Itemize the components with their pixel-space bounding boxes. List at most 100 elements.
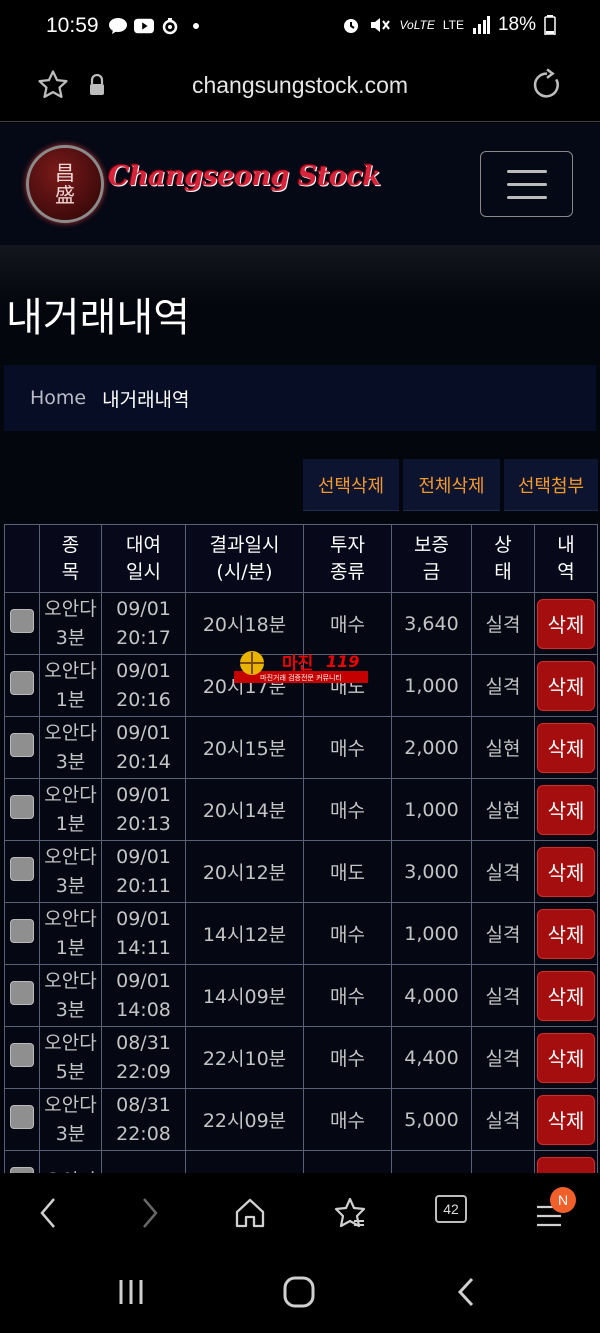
table-row: 오안다08/31 삭제 <box>4 1150 598 1173</box>
row-checkbox-cell[interactable] <box>4 1150 40 1173</box>
cell-loan-time: 08/31 22:09 <box>101 1026 186 1089</box>
row-checkbox-cell[interactable] <box>4 840 40 903</box>
cell-deposit <box>391 1150 472 1173</box>
row-checkbox[interactable] <box>10 919 34 943</box>
row-checkbox[interactable] <box>10 981 34 1005</box>
reload-icon[interactable] <box>530 68 564 106</box>
cell-result-time: 22시10분 <box>185 1026 304 1089</box>
forward-icon[interactable] <box>136 1195 164 1235</box>
cell-deposit: 1,000 <box>391 654 472 717</box>
row-delete-button[interactable]: 삭제 <box>537 1032 595 1083</box>
cell-invest-type: 매수 <box>303 1026 392 1089</box>
row-checkbox[interactable] <box>10 733 34 757</box>
breadcrumb-home-link[interactable]: Home <box>30 387 86 409</box>
row-checkbox-cell[interactable] <box>4 716 40 779</box>
cell-loan-time: 08/31 <box>101 1150 186 1173</box>
row-delete-button[interactable]: 삭제 <box>537 1094 595 1145</box>
table-row: 오안다 1분 09/01 14:11 14시12분 매수 1,000 실격 삭제 <box>4 902 598 965</box>
cell-name: 오안다 3분 <box>39 592 102 655</box>
cell-name: 오안다 1분 <box>39 902 102 965</box>
row-checkbox[interactable] <box>10 1105 34 1129</box>
cell-invest-type: 매수 <box>303 964 392 1027</box>
cell-detail: 삭제 <box>534 964 598 1027</box>
back-icon[interactable] <box>34 1195 62 1235</box>
cell-invest-type: 매수 <box>303 778 392 841</box>
cell-loan-time: 09/01 14:11 <box>101 902 186 965</box>
cell-loan-time: 09/01 20:11 <box>101 840 186 903</box>
cell-name: 오안다 1분 <box>39 778 102 841</box>
row-delete-button[interactable]: 삭제 <box>537 846 595 897</box>
row-checkbox-cell[interactable] <box>4 1026 40 1089</box>
row-delete-button[interactable]: 삭제 <box>537 722 595 773</box>
row-checkbox-cell[interactable] <box>4 592 40 655</box>
cell-status: 실격 <box>471 592 535 655</box>
row-checkbox-cell[interactable] <box>4 778 40 841</box>
bookmarks-icon[interactable] <box>332 1195 368 1235</box>
hamburger-menu-button[interactable] <box>480 151 573 217</box>
row-checkbox-cell[interactable] <box>4 1088 40 1151</box>
row-delete-button[interactable]: 삭제 <box>537 784 595 835</box>
table-row: 오안다 3분 09/01 14:08 14시09분 매수 4,000 실격 삭제 <box>4 964 598 1027</box>
table-row: 오안다 3분 09/01 20:14 20시15분 매수 2,000 실현 삭제 <box>4 716 598 779</box>
signal-icon <box>472 16 490 34</box>
row-delete-button[interactable]: 삭제 <box>537 660 595 711</box>
row-checkbox[interactable] <box>10 795 34 819</box>
row-delete-button[interactable]: 삭제 <box>537 970 595 1021</box>
cell-deposit: 4,400 <box>391 1026 472 1089</box>
cell-result-time: 20시12분 <box>185 840 304 903</box>
back-nav-icon[interactable] <box>454 1275 478 1313</box>
logo-glyph-bottom: 盛 <box>55 183 75 207</box>
alarm-icon <box>344 19 359 33</box>
cell-result-time: 20시15분 <box>185 716 304 779</box>
cell-name: 오안다 1분 <box>39 654 102 717</box>
home-icon[interactable] <box>232 1195 268 1235</box>
cell-detail: 삭제 <box>534 1150 598 1173</box>
row-delete-button[interactable]: 삭제 <box>537 908 595 959</box>
app-icon <box>160 16 180 36</box>
recents-icon[interactable] <box>116 1277 146 1311</box>
table-header-row: 종목 대여 일시 결과일시 (시/분) 투자 종류 보증 금 상태 내역 <box>4 524 598 593</box>
network-label: LTE <box>442 18 464 32</box>
breadcrumb: Home 내거래내역 <box>4 365 596 431</box>
cell-detail: 삭제 <box>534 654 598 717</box>
cell-name: 오안다 <box>39 1150 102 1173</box>
cell-result-time: 20시14분 <box>185 778 304 841</box>
row-checkbox[interactable] <box>10 671 34 695</box>
row-checkbox-cell[interactable] <box>4 654 40 717</box>
cell-invest-type <box>303 1150 392 1173</box>
row-checkbox-cell[interactable] <box>4 902 40 965</box>
logo-emblem[interactable]: 昌 盛 <box>26 145 104 223</box>
cell-detail: 삭제 <box>534 778 598 841</box>
select-delete-button[interactable]: 선택삭제 <box>303 459 399 511</box>
cell-loan-time: 09/01 14:08 <box>101 964 186 1027</box>
cell-result-time: 14시12분 <box>185 902 304 965</box>
watermark-logo: 마진 119 마진거래 검증전문 커뮤니티 <box>234 651 368 683</box>
tab-count-button[interactable]: 42 <box>435 1195 467 1223</box>
header-name: 종목 <box>39 524 102 593</box>
table-row: 오안다 5분 08/31 22:09 22시10분 매수 4,400 실격 삭제 <box>4 1026 598 1089</box>
row-checkbox[interactable] <box>10 609 34 633</box>
cell-name: 오안다 3분 <box>39 840 102 903</box>
select-attach-button[interactable]: 선택첨부 <box>504 459 598 511</box>
row-checkbox-cell[interactable] <box>4 964 40 1027</box>
logo-text[interactable]: Changseong Stock <box>108 161 381 192</box>
trade-history-table: 종목 대여 일시 결과일시 (시/분) 투자 종류 보증 금 상태 내역 오안다 3분 09… <box>4 524 598 1173</box>
cell-loan-time: 09/01 20:17 <box>101 592 186 655</box>
action-buttons: 선택삭제 전체삭제 선택첨부 <box>303 459 598 511</box>
cell-deposit: 5,000 <box>391 1088 472 1151</box>
cell-status: 실격 <box>471 1026 535 1089</box>
home-nav-icon[interactable] <box>282 1275 316 1313</box>
row-checkbox[interactable] <box>10 1043 34 1067</box>
url-text[interactable]: changsungstock.com <box>0 72 600 99</box>
cell-invest-type: 매수 <box>303 1088 392 1151</box>
row-delete-button[interactable]: 삭제 <box>537 598 595 649</box>
cell-deposit: 3,640 <box>391 592 472 655</box>
watermark-title: 마진 <box>282 654 313 674</box>
row-delete-button[interactable]: 삭제 <box>537 1156 595 1173</box>
row-checkbox[interactable] <box>10 857 34 881</box>
cell-deposit: 1,000 <box>391 778 472 841</box>
battery-percent: 18% <box>497 14 536 35</box>
header-loan-time: 대여 일시 <box>101 524 186 593</box>
delete-all-button[interactable]: 전체삭제 <box>403 459 500 511</box>
cell-detail: 삭제 <box>534 1088 598 1151</box>
